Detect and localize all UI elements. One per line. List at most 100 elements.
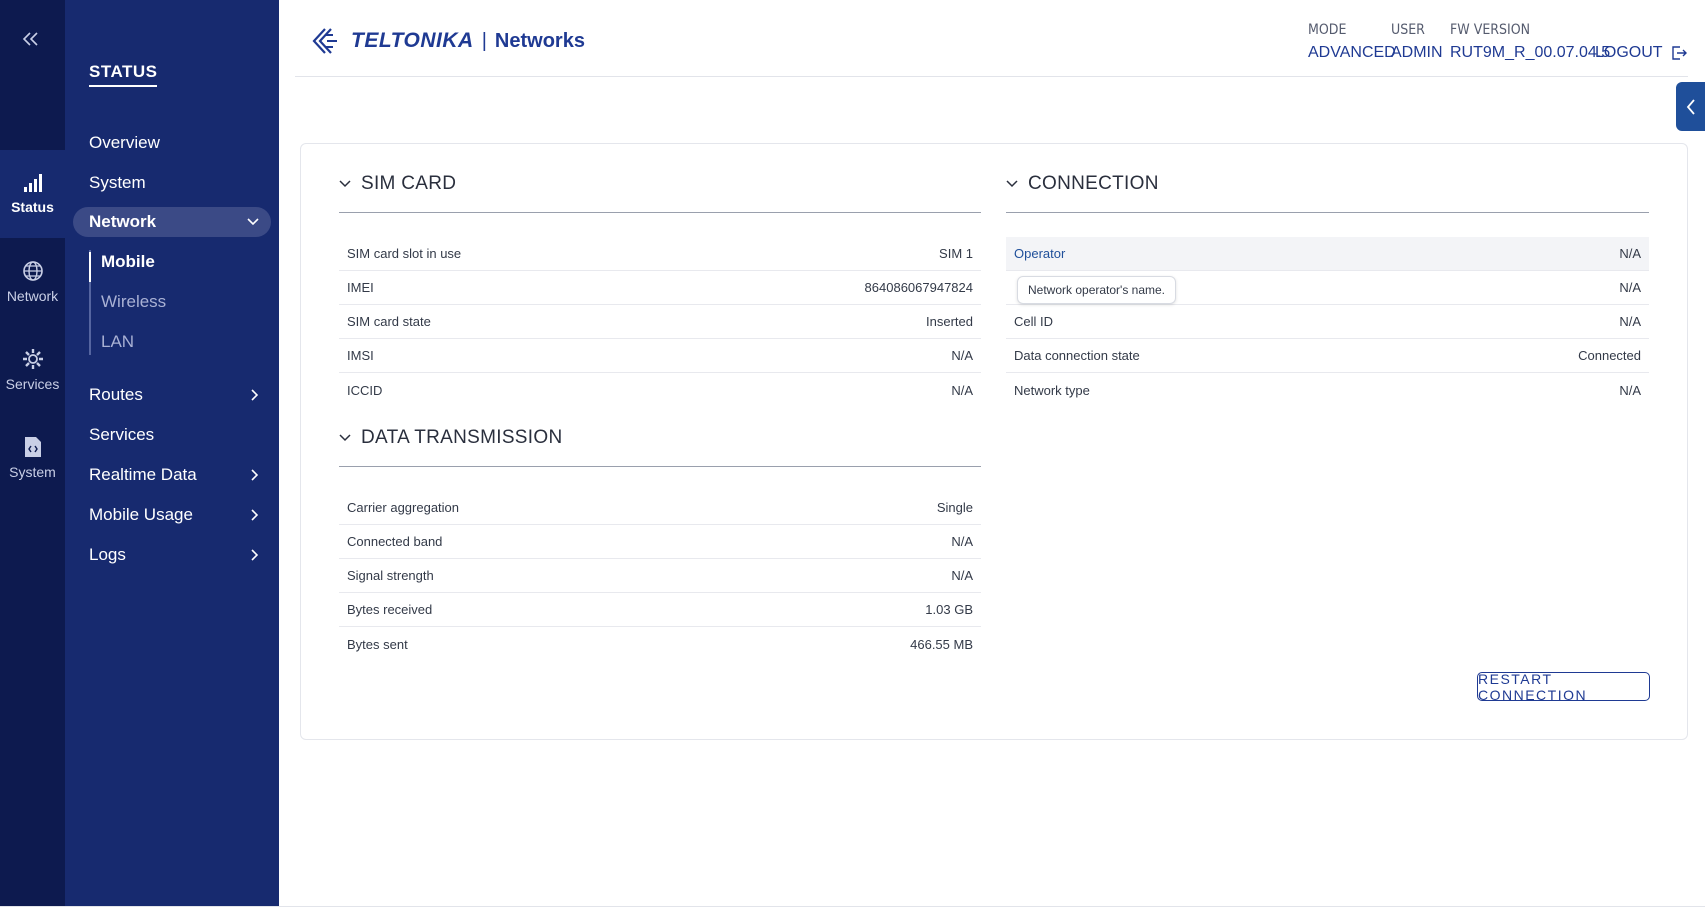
footer-divider xyxy=(0,906,1705,907)
nav-item-label: Routes xyxy=(89,385,143,404)
app-window: Status Network Services System STATUS Ov… xyxy=(0,0,1705,922)
logout-button[interactable]: LOGOUT xyxy=(1595,44,1687,62)
signal-bars-icon xyxy=(23,174,42,192)
fw-label: FW VERSION xyxy=(1450,22,1531,38)
side-panel-toggle[interactable] xyxy=(1676,82,1705,131)
teltonika-logo[interactable]: TELTONIKA | Networks xyxy=(311,27,585,55)
data-transmission-section-header[interactable]: DATA TRANSMISSION xyxy=(339,409,981,467)
table-row: Data connection state Connected xyxy=(1006,339,1649,373)
user-info: USER ADMIN xyxy=(1391,22,1443,62)
row-label: Signal strength xyxy=(347,568,434,583)
fw-value[interactable]: RUT9M_R_00.07.04.5 xyxy=(1450,44,1610,62)
brand-separator: | xyxy=(481,29,487,52)
mode-info: MODE ADVANCED xyxy=(1308,22,1396,62)
nav-item-label: Network xyxy=(89,212,157,231)
table-row: Bytes sent 466.55 MB xyxy=(339,627,981,661)
rail-item-label: System xyxy=(9,464,56,480)
row-value: N/A xyxy=(1619,382,1641,398)
table-row: Connected band N/A xyxy=(339,525,981,559)
table-row-operator[interactable]: Operator N/A xyxy=(1006,237,1649,271)
collapse-sidebar-button[interactable] xyxy=(18,26,44,52)
mode-value[interactable]: ADVANCED xyxy=(1308,44,1396,62)
nav-item-label: Overview xyxy=(89,133,160,152)
chevron-right-icon xyxy=(251,469,259,481)
row-value: N/A xyxy=(951,382,973,398)
table-row: Cell ID N/A xyxy=(1006,305,1649,339)
sim-card-title: SIM CARD xyxy=(361,172,457,194)
table-row: Signal strength N/A xyxy=(339,559,981,593)
row-value: 864086067947824 xyxy=(864,280,973,295)
row-label: Data connection state xyxy=(1014,348,1140,363)
row-label[interactable]: Operator xyxy=(1014,246,1065,261)
row-value: N/A xyxy=(951,348,973,363)
chevron-down-icon xyxy=(339,433,351,441)
connection-title: CONNECTION xyxy=(1028,172,1159,194)
user-value[interactable]: ADMIN xyxy=(1391,44,1443,62)
restart-connection-button[interactable]: RESTART CONNECTION xyxy=(1477,671,1650,703)
chevron-left-icon xyxy=(1686,98,1695,115)
table-row: IMEI 864086067947824 xyxy=(339,271,981,305)
row-label: Bytes received xyxy=(347,602,433,617)
nav-item-label: Mobile Usage xyxy=(89,505,193,524)
table-row: SIM card slot in use SIM 1 xyxy=(339,237,981,271)
connection-table: Operator N/A N/A Cell ID N/A Data connecti… xyxy=(1006,237,1649,407)
logout-icon xyxy=(1671,46,1687,60)
nav-section-title: STATUS xyxy=(89,62,158,87)
row-value: 466.55 MB xyxy=(910,636,973,652)
icon-rail: Status Network Services System xyxy=(0,0,65,906)
nav-item-label: Realtime Data xyxy=(89,465,197,484)
row-value: N/A xyxy=(1619,246,1641,261)
gear-icon xyxy=(22,349,43,369)
connection-section-header[interactable]: CONNECTION xyxy=(1006,155,1649,213)
nav-item-logs[interactable]: Logs xyxy=(73,540,271,570)
nav-item-overview[interactable]: Overview xyxy=(73,128,271,158)
nav-item-label: System xyxy=(89,173,146,192)
nav-item-system[interactable]: System xyxy=(73,168,271,198)
nav-item-realtime-data[interactable]: Realtime Data xyxy=(73,460,271,490)
row-label: Bytes sent xyxy=(347,636,408,652)
sub-item-wireless[interactable]: Wireless xyxy=(101,292,166,312)
data-transmission-title: DATA TRANSMISSION xyxy=(361,426,563,448)
submenu-indicator-line xyxy=(89,250,91,355)
table-row: SIM card state Inserted xyxy=(339,305,981,339)
chevron-right-icon xyxy=(251,549,259,561)
double-chevron-left-icon xyxy=(22,32,38,46)
rail-item-network[interactable]: Network xyxy=(0,238,65,326)
nav-item-routes[interactable]: Routes xyxy=(73,380,271,410)
sim-card-table: SIM card slot in use SIM 1 IMEI 8640860679… xyxy=(339,237,981,407)
fw-info: FW VERSION RUT9M_R_00.07.04.5 xyxy=(1450,22,1610,62)
nav-item-label: Services xyxy=(89,425,155,444)
sim-card-section-header[interactable]: SIM CARD xyxy=(339,155,981,213)
row-label: Carrier aggregation xyxy=(347,500,460,515)
table-row: IMSI N/A xyxy=(339,339,981,373)
rail-item-services[interactable]: Services xyxy=(0,326,65,414)
rail-item-label: Status xyxy=(11,199,54,215)
row-label: IMEI xyxy=(347,280,374,295)
nav-item-mobile-usage[interactable]: Mobile Usage xyxy=(73,500,271,530)
rail-item-system[interactable]: System xyxy=(0,414,65,502)
table-row: Bytes received 1.03 GB xyxy=(339,593,981,627)
row-label: IMSI xyxy=(347,348,374,363)
row-value: Inserted xyxy=(926,314,973,329)
rail-item-label: Network xyxy=(6,288,59,304)
chevron-right-icon xyxy=(251,389,259,401)
row-label: Cell ID xyxy=(1014,314,1054,329)
brand-name: TELTONIKA xyxy=(351,29,474,52)
chevron-down-icon xyxy=(1006,179,1018,187)
row-value: N/A xyxy=(1619,314,1641,329)
teltonika-mark-icon xyxy=(312,28,337,54)
nav-item-network[interactable]: Network xyxy=(73,207,271,237)
rail-item-status[interactable]: Status xyxy=(0,150,65,238)
operator-tooltip: Network operator's name. xyxy=(1017,276,1177,304)
chevron-down-icon xyxy=(247,218,259,226)
sub-item-mobile[interactable]: Mobile xyxy=(101,252,155,272)
top-header: TELTONIKA | Networks MODE ADVANCED USER … xyxy=(295,0,1688,77)
chevron-down-icon xyxy=(339,179,351,187)
sub-item-lan[interactable]: LAN xyxy=(101,332,134,352)
row-label: ICCID xyxy=(347,382,383,398)
row-label: SIM card slot in use xyxy=(347,246,462,261)
table-row: Network type N/A xyxy=(1006,373,1649,407)
table-row: Carrier aggregation Single xyxy=(339,491,981,525)
nav-item-services[interactable]: Services xyxy=(73,420,271,450)
row-value: 1.03 GB xyxy=(925,602,973,617)
